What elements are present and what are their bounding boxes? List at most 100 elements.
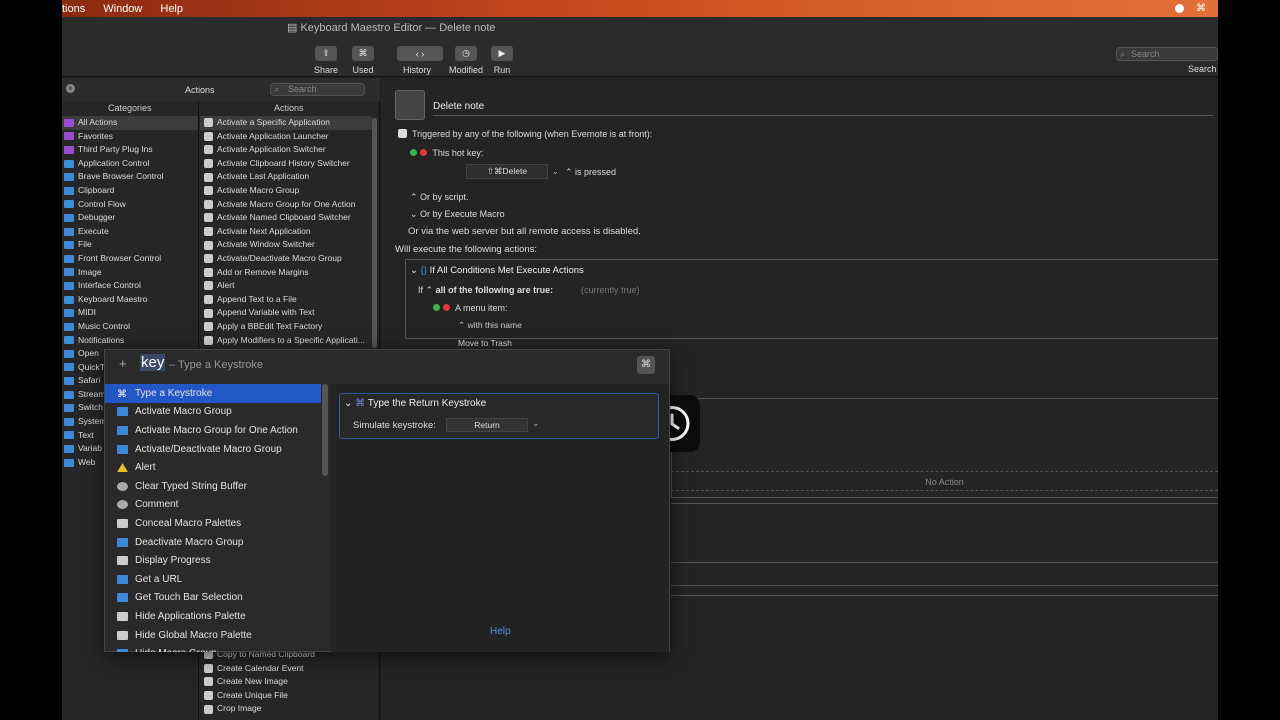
category-label: Clipboard: [78, 184, 115, 195]
category-item[interactable]: Debugger: [62, 211, 198, 225]
action-item[interactable]: Create Calendar Event: [200, 662, 372, 676]
category-item[interactable]: Control Flow: [62, 198, 198, 212]
popup-result-item[interactable]: Conceal Macro Palettes: [105, 514, 321, 533]
action-item[interactable]: Apply Modifiers to a Specific Applicati.…: [200, 334, 372, 348]
action-item[interactable]: Crop Image: [200, 702, 372, 716]
action-item[interactable]: Append Text to a File: [200, 293, 372, 307]
popup-result-item[interactable]: Deactivate Macro Group: [105, 533, 321, 552]
popup-result-item[interactable]: Display Progress: [105, 551, 321, 570]
hotkey-field[interactable]: ⇧⌘Delete: [466, 164, 548, 179]
toolbar-search-input[interactable]: ⌕ Search: [1116, 47, 1218, 61]
app-icon[interactable]: ⌘: [1196, 3, 1206, 14]
no-action-placeholder[interactable]: No Action: [671, 471, 1218, 491]
action-item[interactable]: Create New Image: [200, 675, 372, 689]
menu-help[interactable]: Help: [151, 3, 192, 15]
popup-result-item[interactable]: Activate/Deactivate Macro Group: [105, 440, 321, 459]
record-icon[interactable]: [1175, 4, 1184, 13]
category-item[interactable]: Keyboard Maestro: [62, 293, 198, 307]
popup-result-item[interactable]: Activate Macro Group: [105, 403, 321, 422]
category-item[interactable]: Execute: [62, 225, 198, 239]
help-link[interactable]: Help: [490, 626, 511, 637]
category-item[interactable]: Front Browser Control: [62, 252, 198, 266]
action-item[interactable]: Activate a Specific Application: [200, 116, 372, 130]
used-button[interactable]: ⌘ Used: [347, 46, 379, 75]
action-icon: [204, 663, 213, 673]
action-item[interactable]: Activate Clipboard History Switcher: [200, 157, 372, 171]
action-item[interactable]: Activate Macro Group for One Action: [200, 198, 372, 212]
action-item[interactable]: Add or Remove Margins: [200, 266, 372, 280]
category-label: Stream: [78, 388, 106, 399]
actions-search-input[interactable]: ⌕ Search: [270, 83, 365, 96]
with-name-select[interactable]: ⌃ with this name: [458, 320, 522, 331]
action-item[interactable]: Activate Application Switcher: [200, 143, 372, 157]
run-button[interactable]: ▶ Run: [486, 46, 518, 75]
hotkey-dropdown-icon[interactable]: ⌄: [552, 167, 559, 176]
is-pressed-select[interactable]: ⌃ is pressed: [565, 167, 616, 178]
modified-button[interactable]: ◷ Modified: [446, 46, 486, 75]
action-icon: [204, 704, 213, 714]
menu-tions[interactable]: tions: [62, 3, 94, 15]
or-script-line[interactable]: ⌃ Or by script.: [410, 192, 469, 203]
popup-result-item[interactable]: Hide Macro Group: [105, 644, 321, 652]
history-button[interactable]: ‹ › History: [397, 46, 443, 75]
category-item[interactable]: Application Control: [62, 157, 198, 171]
action-item[interactable]: Create Unique File: [200, 689, 372, 703]
action-item[interactable]: Alert: [200, 279, 372, 293]
action-item[interactable]: Activate Next Application: [200, 225, 372, 239]
popup-result-item[interactable]: Alert: [105, 458, 321, 477]
category-item[interactable]: Music Control: [62, 320, 198, 334]
category-item[interactable]: Image: [62, 266, 198, 280]
keystroke-icon[interactable]: ⌘: [637, 356, 655, 374]
add-condition-icon[interactable]: [433, 304, 440, 311]
category-item[interactable]: Clipboard: [62, 184, 198, 198]
category-item[interactable]: Brave Browser Control: [62, 170, 198, 184]
category-item[interactable]: All Actions: [62, 116, 198, 130]
popup-result-item[interactable]: Comment: [105, 496, 321, 515]
chevron-down-icon[interactable]: ⌄: [532, 418, 540, 429]
action-item[interactable]: Activate Macro Group: [200, 184, 372, 198]
popup-search-input[interactable]: key: [140, 354, 166, 371]
action-icon: [117, 425, 128, 435]
close-icon[interactable]: ×: [66, 84, 75, 93]
share-button[interactable]: ⇪ Share: [310, 46, 342, 75]
action-item[interactable]: Activate Named Clipboard Switcher: [200, 211, 372, 225]
trigger-text: Triggered by any of the following (when …: [412, 129, 653, 139]
category-item[interactable]: Notifications: [62, 334, 198, 348]
results-scrollbar[interactable]: [322, 384, 328, 476]
trigger-checkbox[interactable]: [398, 129, 407, 138]
action-item[interactable]: Apply a BBEdit Text Factory: [200, 320, 372, 334]
category-item[interactable]: MIDI: [62, 306, 198, 320]
macro-name[interactable]: Delete note: [433, 101, 484, 112]
popup-result-item[interactable]: Clear Typed String Buffer: [105, 477, 321, 496]
popup-result-item[interactable]: Activate Macro Group for One Action: [105, 421, 321, 440]
action-item[interactable]: Activate Last Application: [200, 170, 372, 184]
folder-icon: [64, 404, 74, 413]
add-trigger-icon[interactable]: [410, 149, 417, 156]
menu-name-field[interactable]: Move to Trash: [458, 338, 512, 348]
popup-result-item[interactable]: Get a URL: [105, 570, 321, 589]
menu-window[interactable]: Window: [94, 3, 151, 15]
category-item[interactable]: Third Party Plug Ins: [62, 143, 198, 157]
category-item[interactable]: Interface Control: [62, 279, 198, 293]
preview-action[interactable]: ⌄ ⌘ Type the Return Keystroke Simulate k…: [339, 393, 659, 439]
popup-result-item[interactable]: Hide Global Macro Palette: [105, 626, 321, 645]
remove-trigger-icon[interactable]: [420, 149, 427, 156]
all-following-select[interactable]: all of the following are true:: [436, 285, 554, 295]
category-item[interactable]: File: [62, 238, 198, 252]
action-item[interactable]: Activate Application Launcher: [200, 130, 372, 144]
simulate-keystroke-field[interactable]: Return: [446, 418, 528, 432]
action-item[interactable]: Activate/Deactivate Macro Group: [200, 252, 372, 266]
action-icon: [117, 649, 128, 652]
folder-icon: [64, 173, 74, 182]
remove-condition-icon[interactable]: [443, 304, 450, 311]
macro-icon[interactable]: [395, 90, 425, 120]
action-item[interactable]: Append Variable with Text: [200, 306, 372, 320]
actions-scrollbar[interactable]: [372, 118, 377, 348]
popup-result-item[interactable]: Hide Applications Palette: [105, 607, 321, 626]
action-item[interactable]: Activate Window Switcher: [200, 238, 372, 252]
popup-result-item[interactable]: Get Touch Bar Selection: [105, 589, 321, 608]
popup-result-item[interactable]: ⌘ Type a Keystroke: [105, 384, 321, 403]
or-execute-line[interactable]: ⌄ Or by Execute Macro: [410, 209, 505, 220]
category-item[interactable]: Favorites: [62, 130, 198, 144]
if-action-block[interactable]: ⌄ {} If All Conditions Met Execute Actio…: [405, 259, 1218, 348]
